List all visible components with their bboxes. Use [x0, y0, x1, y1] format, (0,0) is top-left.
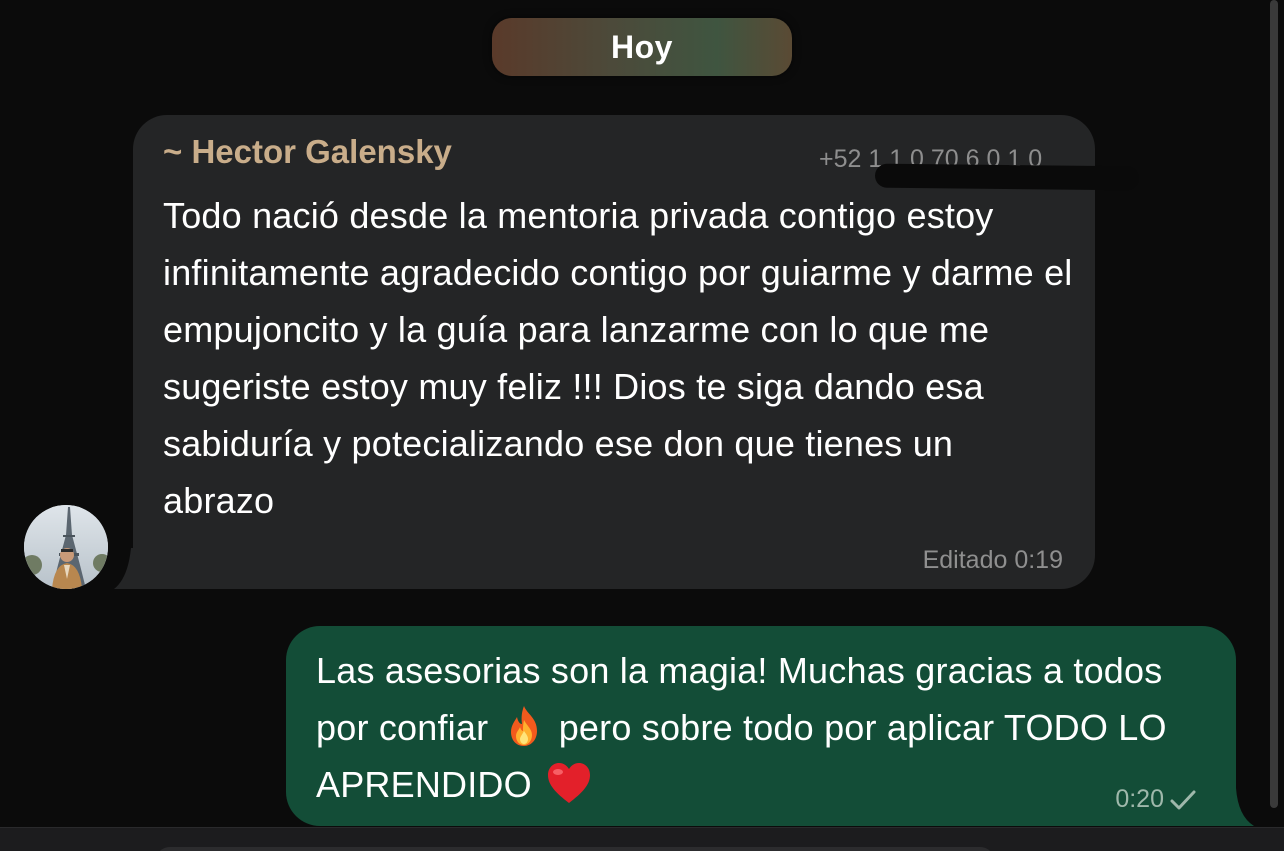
sender-avatar[interactable] — [24, 505, 108, 589]
outgoing-message-meta: 0:20 — [1115, 785, 1198, 814]
outgoing-bubble-tail — [1226, 788, 1256, 826]
message-input[interactable] — [155, 847, 995, 851]
scrollbar[interactable] — [1270, 0, 1278, 808]
sender-name[interactable]: ~ Hector Galensky — [163, 133, 452, 171]
outgoing-message-bubble[interactable]: Las asesorias son la magia! Muchas graci… — [286, 626, 1236, 826]
fire-emoji-icon — [503, 704, 545, 748]
incoming-message-bubble[interactable]: ~ Hector Galensky +52 1 1 0 70 6 0 1 0 T… — [133, 115, 1140, 589]
incoming-message-text: Todo nació desde la mentoria privada con… — [163, 195, 1073, 521]
outgoing-message-time: 0:20 — [1115, 785, 1164, 813]
message-input-bar — [0, 827, 1284, 851]
chat-view: Hoy ~ Hector Galensky +52 1 1 0 70 6 0 1… — [0, 0, 1284, 851]
outgoing-message-text: Las asesorias son la magia! Muchas graci… — [316, 642, 1216, 813]
sender-header: ~ Hector Galensky +52 1 1 0 70 6 0 1 0 — [163, 133, 1140, 191]
red-heart-emoji-icon — [546, 761, 591, 805]
date-label: Hoy — [611, 28, 673, 65]
date-separator: Hoy — [492, 18, 792, 76]
incoming-message-meta: Editado 0:19 — [922, 546, 1063, 574]
single-check-icon — [1168, 788, 1198, 812]
profile-photo-icon — [24, 505, 108, 589]
